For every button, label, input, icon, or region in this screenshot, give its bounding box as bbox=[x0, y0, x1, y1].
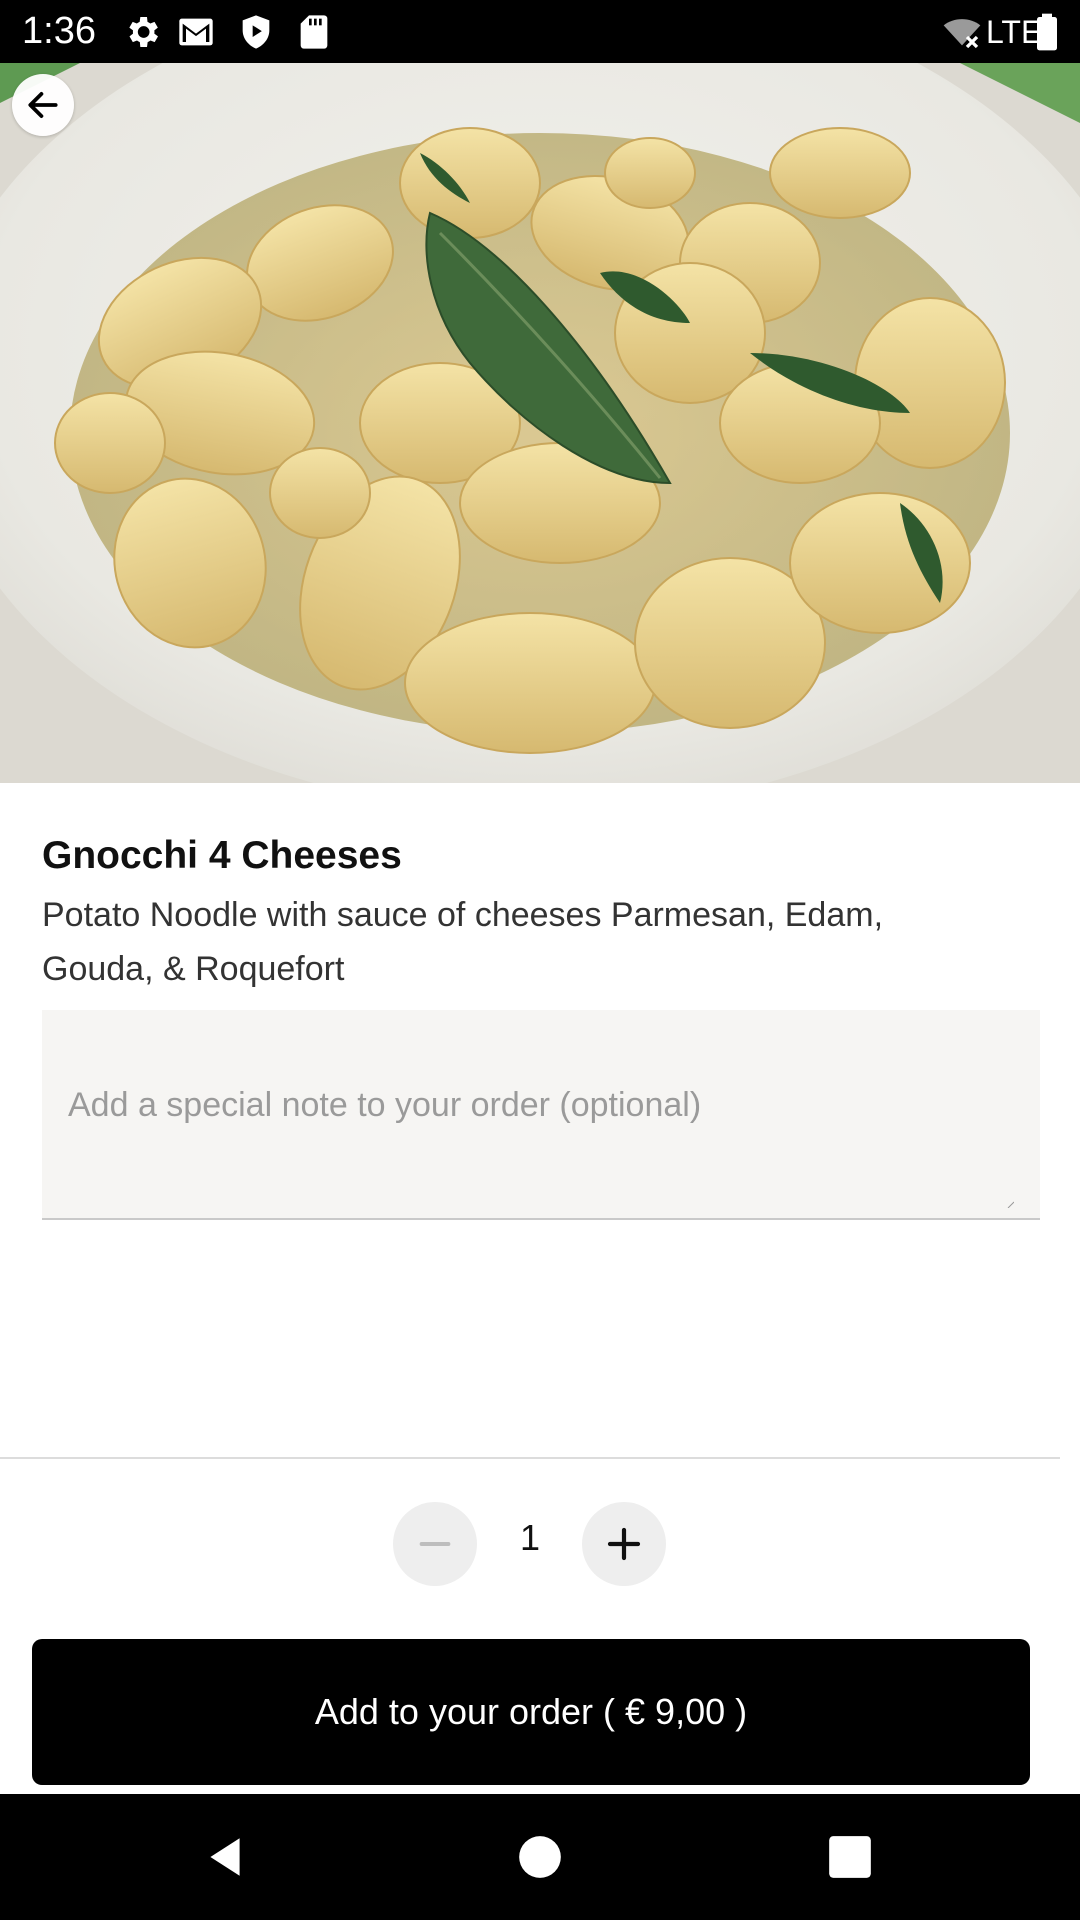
navigation-bar bbox=[0, 1794, 1080, 1920]
add-to-order-button[interactable]: Add to your order ( € 9,00 ) bbox=[32, 1639, 1030, 1785]
shield-icon bbox=[242, 15, 270, 49]
plus-icon bbox=[607, 1527, 641, 1561]
status-bar: 1:36 LTE bbox=[0, 0, 1080, 63]
back-triangle-icon[interactable] bbox=[200, 1832, 250, 1882]
quantity-value: 1 bbox=[519, 1517, 541, 1558]
special-note-input[interactable] bbox=[42, 1010, 1040, 1218]
status-time: 1:36 bbox=[22, 10, 96, 52]
wifi-off-icon bbox=[943, 19, 981, 49]
minus-icon bbox=[419, 1542, 451, 1546]
special-note-field[interactable] bbox=[42, 1010, 1040, 1220]
dish-image bbox=[0, 63, 1080, 783]
gmail-icon bbox=[179, 18, 213, 46]
sd-card-icon bbox=[300, 15, 328, 49]
item-description: Potato Noodle with sauce of cheeses Parm… bbox=[42, 896, 884, 988]
arrow-left-icon bbox=[28, 92, 58, 118]
divider bbox=[0, 1457, 1060, 1459]
increment-button[interactable] bbox=[582, 1502, 666, 1586]
battery-icon bbox=[1037, 13, 1057, 51]
resize-handle-icon[interactable] bbox=[1006, 1200, 1014, 1208]
settings-icon bbox=[129, 17, 158, 47]
decrement-button[interactable] bbox=[393, 1502, 477, 1586]
gnocchi-photo bbox=[0, 63, 1080, 783]
item-title: Gnocchi 4 Cheeses bbox=[42, 834, 402, 877]
back-button[interactable] bbox=[12, 74, 74, 136]
home-circle-icon[interactable] bbox=[515, 1832, 565, 1882]
recents-square-icon[interactable] bbox=[825, 1832, 875, 1882]
